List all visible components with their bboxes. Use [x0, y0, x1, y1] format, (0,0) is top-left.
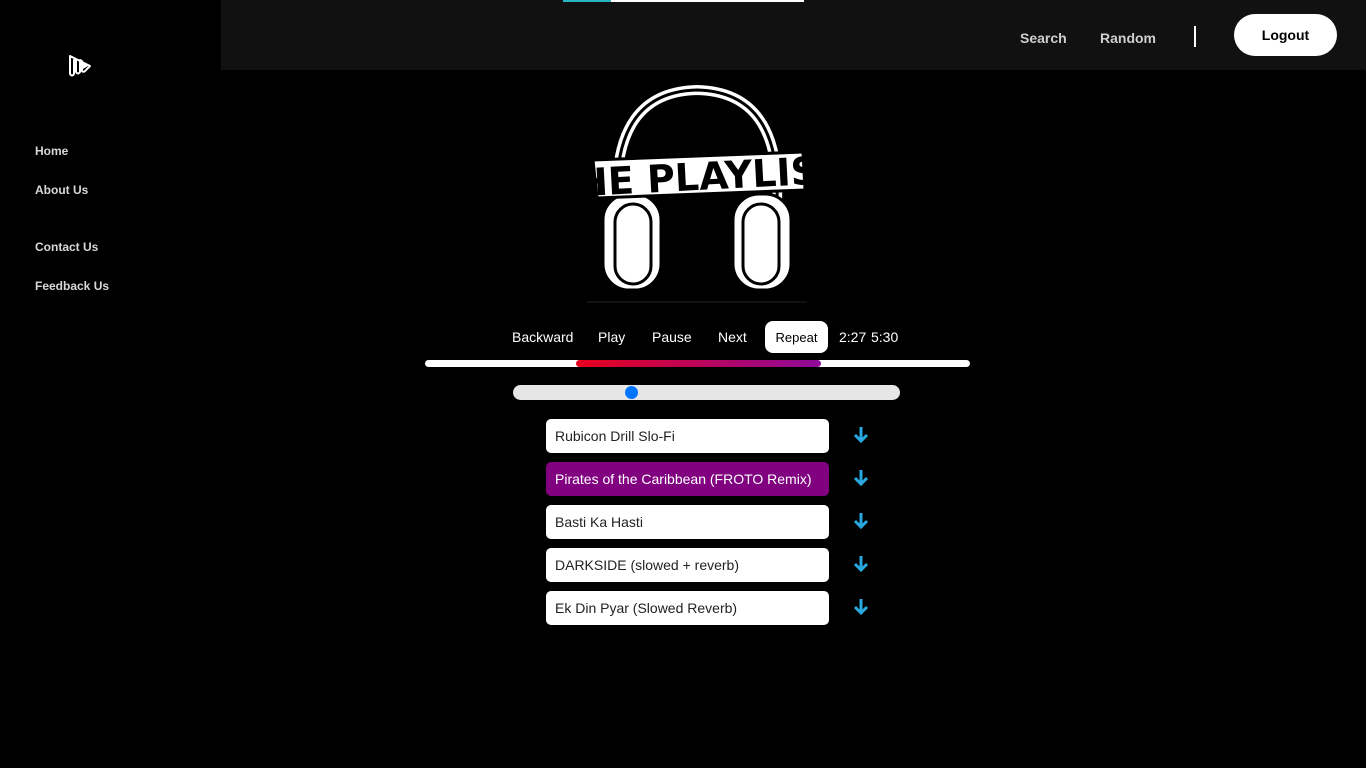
next-button[interactable]: Next [718, 329, 747, 345]
sidebar: Home About Us Contact Us Feedback Us [0, 0, 221, 768]
seek-bar[interactable] [425, 360, 970, 367]
volume-slider-thumb[interactable] [625, 386, 639, 399]
song-item[interactable]: Pirates of the Caribbean (FROTO Remix) [546, 462, 829, 496]
search-link[interactable]: Search [1020, 30, 1067, 46]
song-item[interactable]: DARKSIDE (slowed + reverb) [546, 548, 829, 582]
backward-button[interactable]: Backward [512, 329, 573, 345]
song-item[interactable]: Basti Ka Hasti [546, 505, 829, 539]
volume-slider[interactable] [513, 385, 900, 400]
download-icon[interactable] [852, 555, 870, 573]
duration: 5:30 [871, 329, 899, 345]
random-link[interactable]: Random [1100, 30, 1156, 46]
song-item[interactable]: Rubicon Drill Slo-Fi [546, 419, 829, 453]
download-icon[interactable] [852, 426, 870, 444]
download-icon[interactable] [852, 469, 870, 487]
download-icon[interactable] [852, 512, 870, 530]
app-logo-icon[interactable] [66, 52, 94, 80]
album-art-headphones-logo: THE PLAYLIST [583, 82, 811, 304]
nav-home[interactable]: Home [35, 144, 68, 158]
pause-button[interactable]: Pause [652, 329, 692, 345]
nav-about-us[interactable]: About Us [35, 183, 88, 197]
seek-bar-fill [575, 360, 822, 367]
repeat-button[interactable]: Repeat [765, 321, 828, 353]
logout-button[interactable]: Logout [1234, 14, 1337, 56]
nav-contact-us[interactable]: Contact Us [35, 240, 98, 254]
nav-feedback-us[interactable]: Feedback Us [35, 279, 109, 293]
page-load-progress [563, 0, 804, 2]
current-time: 2:27 [839, 329, 867, 345]
topbar-divider [1194, 26, 1196, 47]
page-load-progress-fill [563, 0, 612, 2]
download-icon[interactable] [852, 598, 870, 616]
song-item[interactable]: Ek Din Pyar (Slowed Reverb) [546, 591, 829, 625]
play-button[interactable]: Play [598, 329, 625, 345]
